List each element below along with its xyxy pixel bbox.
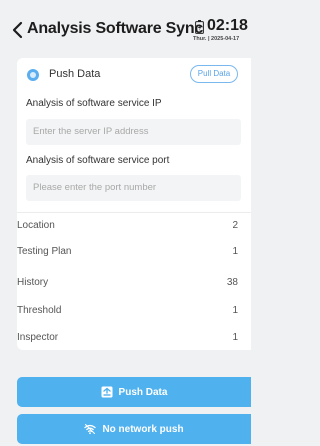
battery-icon — [195, 20, 204, 34]
stat-value: 38 — [226, 277, 238, 288]
stat-row-inspector: Inspector 1 — [17, 332, 251, 352]
sync-card: Push Data Pull Data Analysis of software… — [17, 58, 251, 350]
no-network-push-button-label: No network push — [102, 423, 184, 435]
clock-time: 02:18 — [207, 17, 248, 34]
server-port-input[interactable]: Please enter the port number — [26, 175, 241, 201]
stat-value: 2 — [232, 220, 238, 231]
page-title: Analysis Software Sync — [27, 20, 204, 37]
push-data-button-label: Push Data — [118, 386, 168, 398]
wifi-icon — [84, 423, 97, 435]
server-ip-input[interactable]: Enter the server IP address — [26, 119, 241, 145]
stat-name: History — [17, 277, 49, 288]
no-network-push-button[interactable]: No network push — [17, 414, 251, 444]
stat-value: 1 — [232, 305, 238, 316]
stat-value: 1 — [232, 332, 238, 343]
push-data-label: Push Data — [49, 68, 101, 80]
export-icon — [101, 386, 113, 398]
stat-row-testing-plan: Testing Plan 1 — [17, 246, 251, 266]
circle-dot-icon — [27, 69, 39, 81]
divider — [17, 212, 251, 213]
header-bar: Analysis Software Sync 02:18 Thur. | 202… — [0, 0, 250, 60]
stat-name: Location — [17, 220, 55, 231]
pull-data-button[interactable]: Pull Data — [190, 65, 238, 83]
stat-name: Threshold — [17, 305, 62, 316]
stat-row-history: History 38 — [17, 277, 251, 297]
stat-row-location: Location 2 — [17, 220, 251, 240]
port-label: Analysis of software service port — [26, 155, 170, 166]
stat-name: Testing Plan — [17, 246, 72, 257]
stat-value: 1 — [232, 246, 238, 257]
stat-row-threshold: Threshold 1 — [17, 305, 251, 325]
chevron-left-icon[interactable] — [11, 20, 25, 40]
stat-name: Inspector — [17, 332, 59, 343]
ip-label: Analysis of software service IP — [26, 98, 162, 109]
clock-date: Thur. | 2025-04-17 — [193, 36, 240, 42]
push-data-button[interactable]: Push Data — [17, 377, 251, 407]
